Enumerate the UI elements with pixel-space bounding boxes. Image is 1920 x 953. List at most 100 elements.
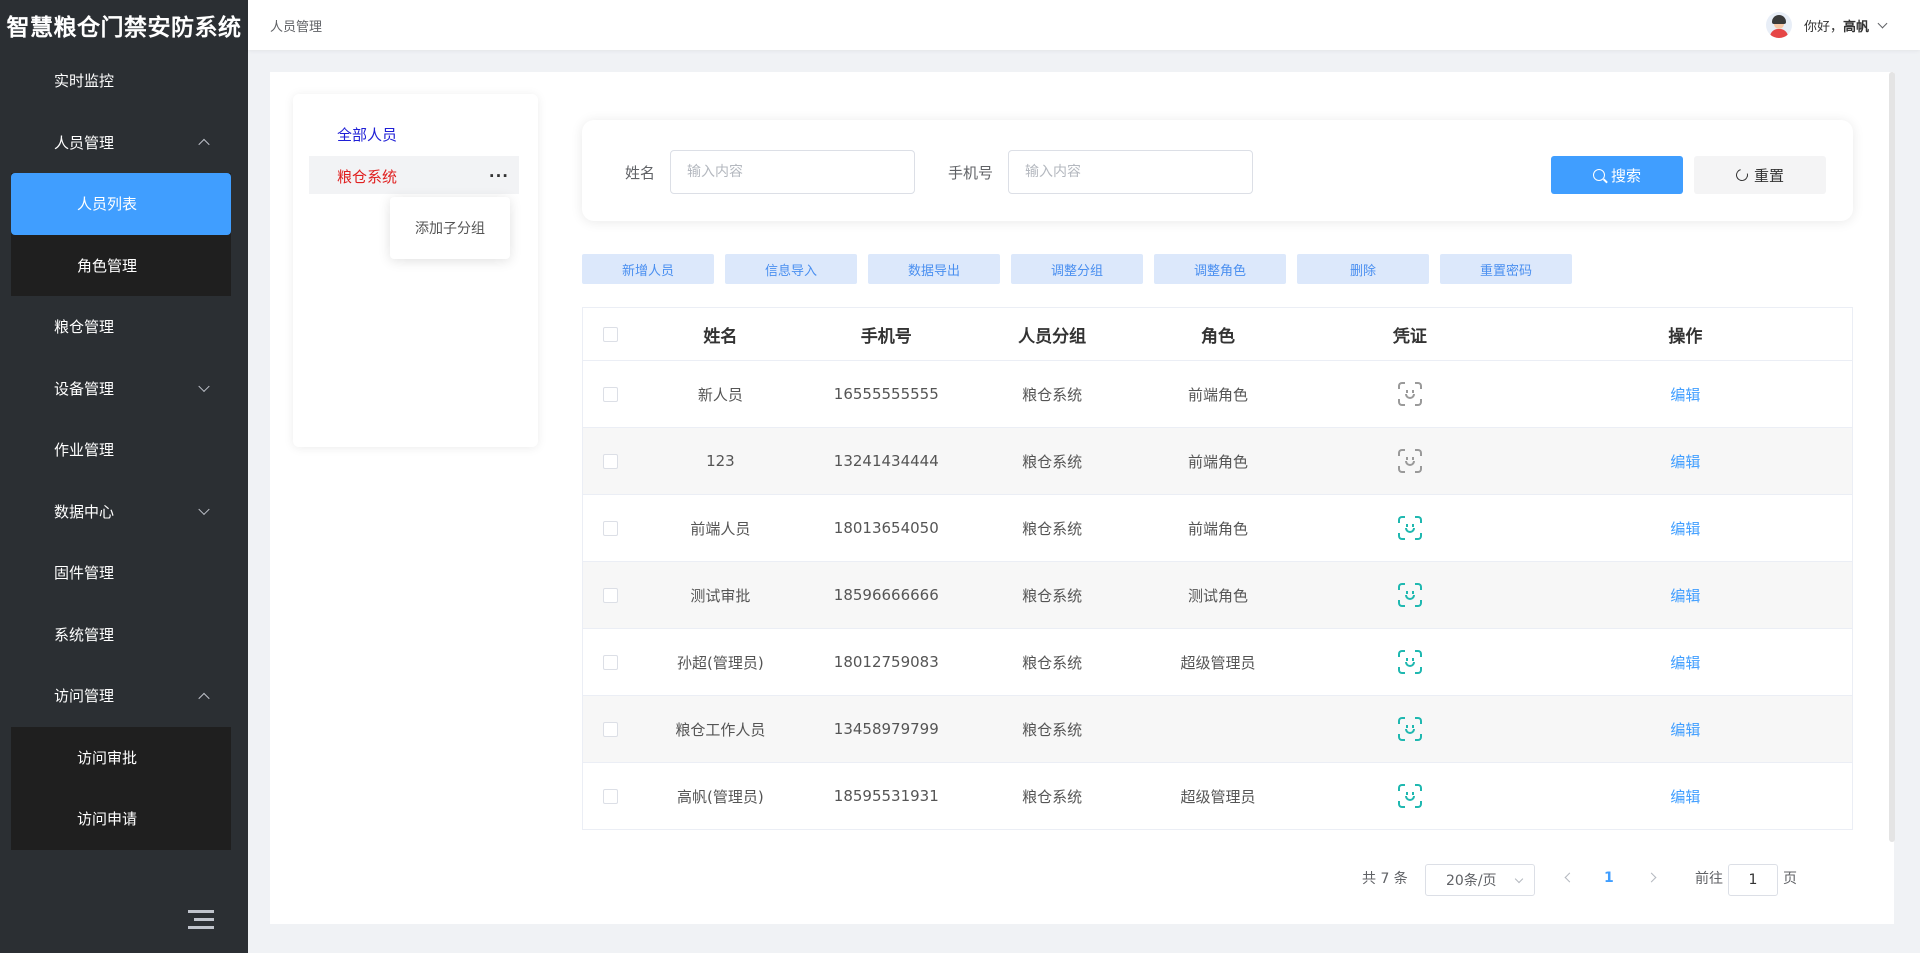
sidebar-item-visit-application[interactable]: 访问申请 [11, 788, 231, 850]
row-checkbox[interactable] [602, 655, 618, 670]
cell-name: 高帆(管理员) [637, 762, 804, 830]
cell-name: 粮仓工作人员 [637, 695, 804, 763]
cell-credential [1300, 762, 1519, 830]
cell-name: 前端人员 [637, 494, 804, 562]
table-row: 前端人员 18013654050 粮仓系统 前端角色 编辑 [582, 494, 1853, 562]
row-checkbox[interactable] [602, 521, 618, 536]
cell-role: 前端角色 [1135, 360, 1301, 428]
row-checkbox[interactable] [602, 387, 618, 402]
row-select-cell [582, 695, 638, 763]
sidebar-item-personnel[interactable]: 人员管理 [0, 112, 248, 174]
adjust-group-button[interactable]: 调整分组 [1011, 254, 1143, 284]
sidebar-item-operation[interactable]: 作业管理 [0, 419, 248, 481]
sidebar-item-realtime-monitor[interactable]: 实时监控 [0, 50, 248, 112]
row-checkbox[interactable] [602, 454, 618, 469]
face-recognition-icon [1397, 449, 1422, 473]
edit-link[interactable]: 编辑 [1670, 520, 1700, 538]
cell-role: 超级管理员 [1135, 762, 1301, 830]
breadcrumb: 人员管理 [270, 20, 323, 35]
add-person-button[interactable]: 新增人员 [582, 254, 714, 284]
sidebar-item-label: 数据中心 [54, 502, 115, 521]
delete-button[interactable]: 删除 [1297, 254, 1429, 284]
cell-phone: 18596666666 [803, 561, 970, 629]
sidebar-item-visit[interactable]: 访问管理 [0, 665, 248, 727]
cell-role: 测试角色 [1135, 561, 1301, 629]
user-greeting: 你好， [1803, 19, 1843, 35]
page-size-select[interactable]: 20条/页 [1425, 864, 1535, 896]
tree-node-granary-system[interactable]: 粮仓系统 ··· [309, 156, 519, 194]
face-recognition-icon [1397, 784, 1422, 808]
page-number[interactable]: 1 [1604, 870, 1614, 886]
phone-label: 手机号 [948, 164, 994, 182]
sidebar-item-label: 访问审批 [77, 748, 138, 767]
tree-node-all-personnel[interactable]: 全部人员 [337, 124, 397, 145]
reset-button-label: 重置 [1753, 166, 1784, 185]
more-icon[interactable]: ··· [489, 167, 509, 185]
cell-action: 编辑 [1518, 427, 1853, 495]
name-input[interactable] [670, 150, 915, 194]
search-panel: 姓名 手机号 搜索 重置 [582, 120, 1853, 221]
face-recognition-icon [1397, 583, 1422, 607]
goto-label: 前往 [1695, 871, 1723, 887]
sidebar-item-device[interactable]: 设备管理 [0, 358, 248, 420]
phone-input[interactable] [1008, 150, 1253, 194]
sidebar-item-label: 访问管理 [54, 687, 115, 706]
cell-role: 前端角色 [1135, 494, 1301, 562]
cell-group: 粮仓系统 [969, 494, 1136, 562]
table-header-row: 姓名 手机号 人员分组 角色 凭证 操作 [582, 307, 1853, 361]
user-menu[interactable]: 你好， 高帆 [1765, 12, 1888, 38]
adjust-role-button[interactable]: 调整角色 [1154, 254, 1286, 284]
goto-page-input[interactable] [1728, 864, 1778, 896]
sidebar-item-personnel-list[interactable]: 人员列表 [11, 173, 231, 235]
row-checkbox[interactable] [602, 722, 618, 737]
edit-link[interactable]: 编辑 [1670, 587, 1700, 605]
edit-link[interactable]: 编辑 [1670, 654, 1700, 672]
face-recognition-icon [1397, 650, 1422, 674]
edit-link[interactable]: 编辑 [1670, 453, 1700, 471]
cell-action: 编辑 [1518, 695, 1853, 763]
sidebar-item-data-center[interactable]: 数据中心 [0, 481, 248, 543]
cell-group: 粮仓系统 [969, 628, 1136, 696]
sidebar-item-visit-approval[interactable]: 访问审批 [11, 727, 231, 789]
reset-button[interactable]: 重置 [1694, 156, 1826, 194]
cell-phone: 13241434444 [803, 427, 970, 495]
reset-password-button[interactable]: 重置密码 [1440, 254, 1572, 284]
search-button[interactable]: 搜索 [1551, 156, 1683, 194]
sidebar-item-system[interactable]: 系统管理 [0, 604, 248, 666]
cell-phone: 18012759083 [803, 628, 970, 696]
cell-group: 粮仓系统 [969, 427, 1136, 495]
sidebar-item-label: 作业管理 [54, 441, 115, 460]
export-button[interactable]: 数据导出 [868, 254, 1000, 284]
cell-role: 前端角色 [1135, 427, 1301, 495]
cell-group: 粮仓系统 [969, 561, 1136, 629]
cell-group: 粮仓系统 [969, 695, 1136, 763]
cell-role [1135, 695, 1301, 763]
sidebar-item-label: 粮仓管理 [54, 318, 115, 337]
sidebar-item-label: 实时监控 [54, 72, 115, 91]
action-toolbar: 新增人员 信息导入 数据导出 调整分组 调整角色 删除 重置密码 [582, 254, 1572, 284]
page-size-value: 20条/页 [1446, 873, 1497, 889]
sidebar-item-label: 固件管理 [54, 564, 115, 583]
cell-name: 123 [637, 427, 804, 495]
sidebar-item-role-management[interactable]: 角色管理 [11, 235, 231, 297]
chevron-down-icon [198, 503, 210, 516]
app-title: 智慧粮仓门禁安防系统 [6, 15, 242, 41]
table-row: 测试审批 18596666666 粮仓系统 测试角色 编辑 [582, 561, 1853, 629]
add-subgroup-menu-item[interactable]: 添加子分组 [390, 197, 510, 259]
sidebar-item-label: 人员列表 [77, 195, 138, 214]
edit-link[interactable]: 编辑 [1670, 721, 1700, 739]
collapse-menu-icon[interactable] [188, 909, 214, 931]
edit-link[interactable]: 编辑 [1670, 788, 1700, 806]
row-checkbox[interactable] [602, 789, 618, 804]
column-header: 姓名 [637, 307, 804, 361]
import-button[interactable]: 信息导入 [725, 254, 857, 284]
sidebar-item-firmware[interactable]: 固件管理 [0, 542, 248, 604]
sidebar-item-label: 访问申请 [77, 810, 138, 829]
row-checkbox[interactable] [602, 588, 618, 603]
scrollbar[interactable] [1889, 72, 1895, 842]
edit-link[interactable]: 编辑 [1670, 386, 1700, 404]
refresh-icon [1733, 166, 1751, 184]
cell-action: 编辑 [1518, 561, 1853, 629]
sidebar-item-granary[interactable]: 粮仓管理 [0, 296, 248, 358]
select-all-checkbox[interactable] [602, 326, 618, 342]
